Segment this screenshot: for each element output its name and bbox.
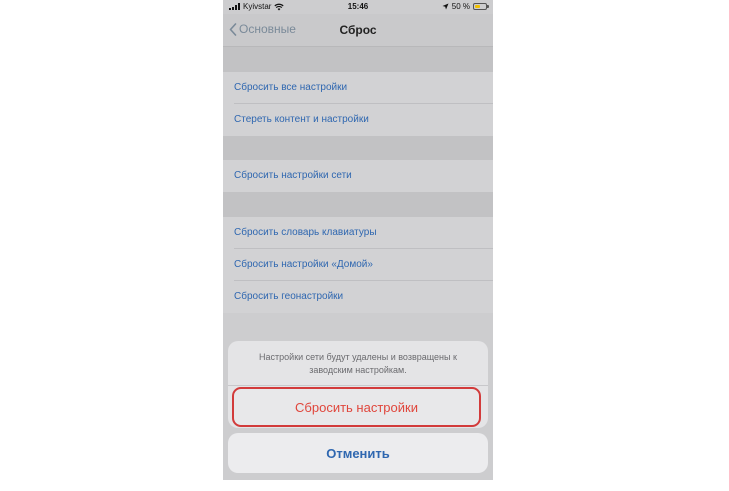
location-arrow-icon xyxy=(442,3,449,10)
erase-content-item[interactable]: Стереть контент и настройки xyxy=(223,104,493,136)
group-gap xyxy=(223,192,493,217)
reset-settings-button[interactable]: Сбросить настройки xyxy=(232,387,481,427)
reset-location-item[interactable]: Сбросить геонастройки xyxy=(223,281,493,313)
divider xyxy=(228,385,488,386)
settings-group-3: Сбросить словарь клавиатуры Сбросить нас… xyxy=(223,217,493,313)
reset-all-settings-item[interactable]: Сбросить все настройки xyxy=(223,72,493,104)
action-sheet: Настройки сети будут удалены и возвращен… xyxy=(228,341,488,428)
battery-icon xyxy=(473,3,489,10)
status-bar: Kyivstar 15:46 50 % xyxy=(223,0,493,14)
page: Kyivstar 15:46 50 % Основные Сброс Сброс… xyxy=(0,0,729,491)
page-title: Сброс xyxy=(339,23,377,37)
group-gap xyxy=(223,47,493,72)
navigation-bar: Основные Сброс xyxy=(223,14,493,47)
group-gap xyxy=(223,136,493,160)
action-sheet-message: Настройки сети будут удалены и возвращен… xyxy=(259,352,457,375)
battery-percent: 50 % xyxy=(451,2,470,11)
reset-home-layout-item[interactable]: Сбросить настройки «Домой» xyxy=(223,249,493,281)
settings-group-2: Сбросить настройки сети xyxy=(223,160,493,192)
cancel-button[interactable]: Отменить xyxy=(228,433,488,473)
status-right: 50 % xyxy=(442,2,489,11)
phone-screen: Kyivstar 15:46 50 % Основные Сброс Сброс… xyxy=(223,0,493,480)
battery-fill xyxy=(475,5,480,8)
reset-network-settings-item[interactable]: Сбросить настройки сети xyxy=(223,160,493,192)
reset-keyboard-dictionary-item[interactable]: Сбросить словарь клавиатуры xyxy=(223,217,493,249)
settings-group-1: Сбросить все настройки Стереть контент и… xyxy=(223,72,493,136)
